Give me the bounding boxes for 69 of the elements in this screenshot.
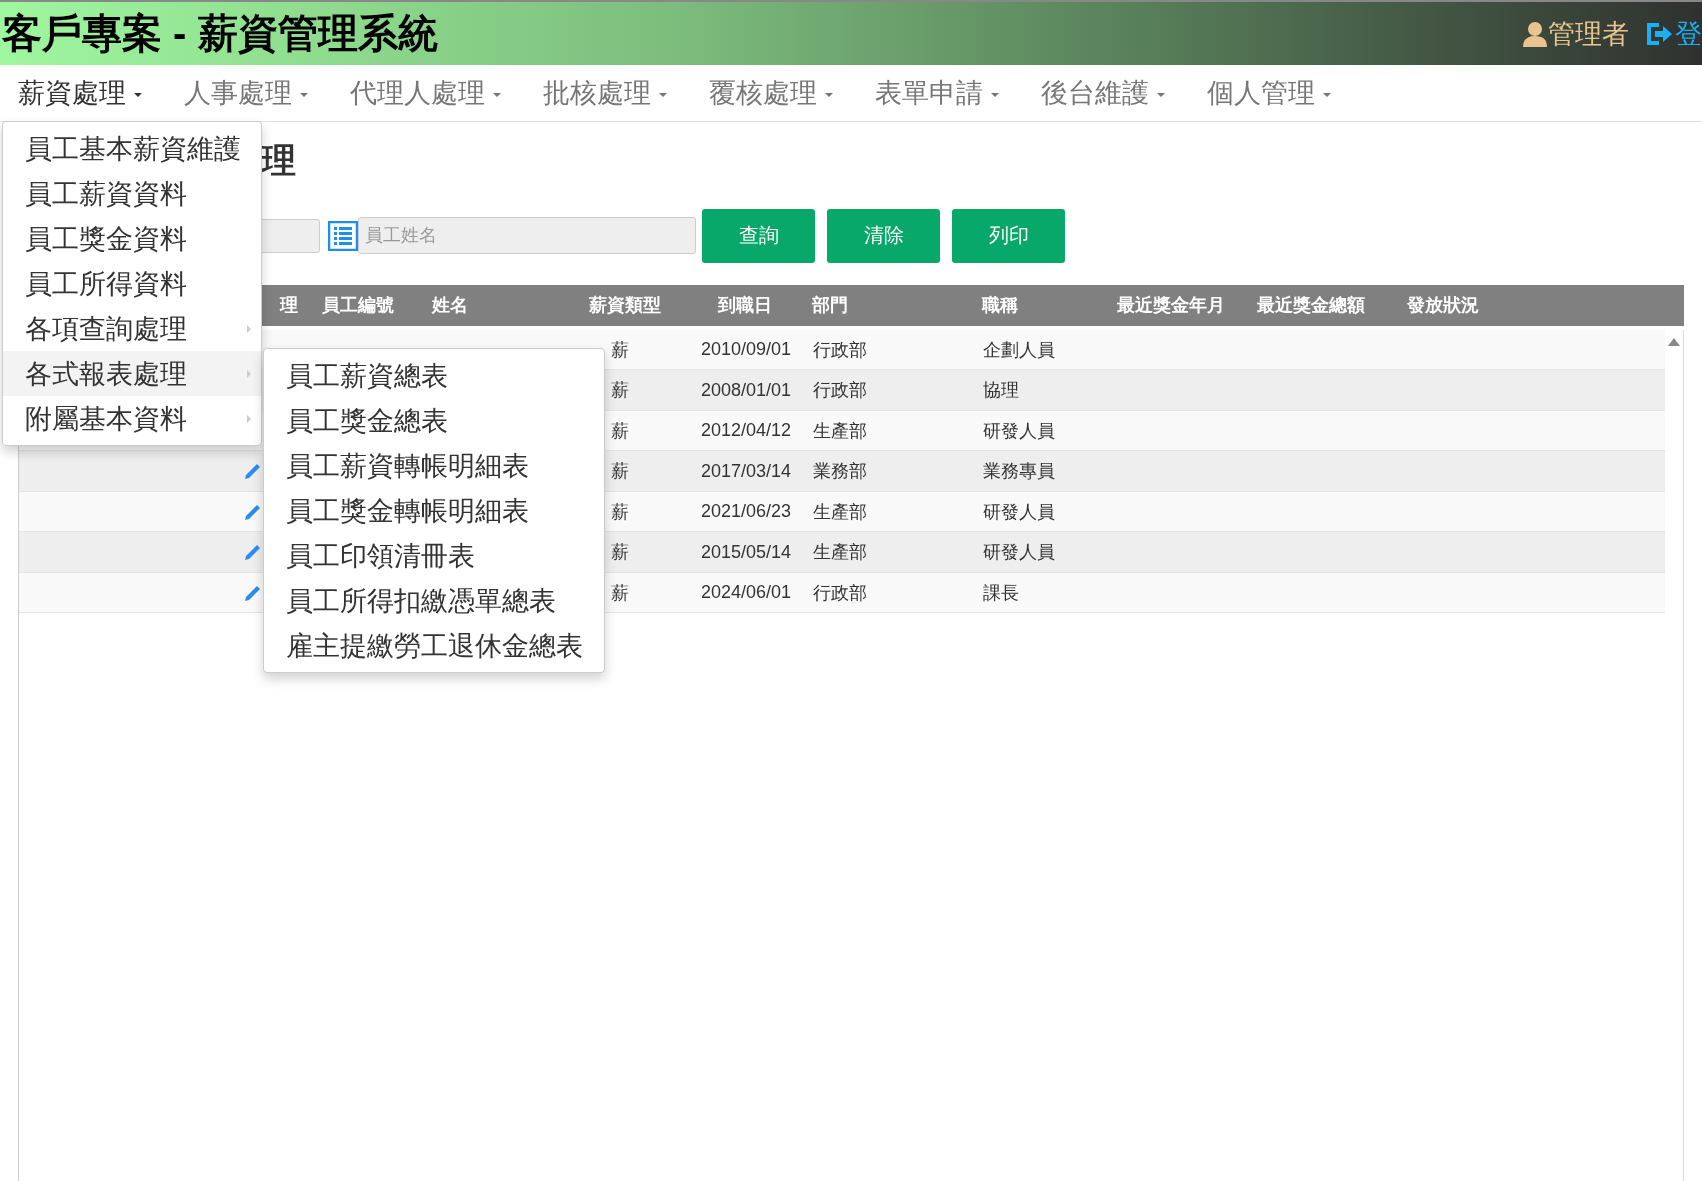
table-cell-text: 2017/03/14 <box>699 460 793 482</box>
nav-menu[interactable]: 個人管理 <box>1207 75 1331 111</box>
menu-item[interactable]: 員工獎金轉帳明細表 <box>264 488 604 533</box>
nav-menu[interactable]: 薪資處理 <box>18 75 142 111</box>
menu-item[interactable]: 員工所得資料 <box>3 261 261 306</box>
table-cell-text: 行政部 <box>812 581 868 605</box>
table-cell-text: 研發人員 <box>982 500 1056 524</box>
table-cell-text: 2021/06/23 <box>699 501 793 523</box>
table-cell-text: 協理 <box>982 379 1020 403</box>
menu-item[interactable]: 員工薪資資料 <box>3 171 261 216</box>
column-header: 職稱 <box>982 295 1018 316</box>
column-header: 最近獎金總額 <box>1257 295 1365 316</box>
scroll-up-icon[interactable] <box>1668 337 1680 346</box>
user-icon <box>1522 20 1548 47</box>
nav-menu[interactable]: 批核處理 <box>543 75 667 111</box>
menu-item[interactable]: 員工基本薪資維護 <box>3 126 261 171</box>
table-cell-text: 生產部 <box>812 419 868 443</box>
table-cell-text: 行政部 <box>812 338 868 362</box>
nav-menu[interactable]: 後台維護 <box>1041 75 1165 111</box>
table-cell-text: 行政部 <box>812 379 868 403</box>
table-cell-text: 2010/09/01 <box>699 339 793 361</box>
menu-item[interactable]: 各式報表處理 <box>3 351 261 396</box>
table-cell-text: 薪 <box>610 419 630 443</box>
table-cell-text: 薪 <box>610 379 630 403</box>
table-cell-text: 研發人員 <box>982 419 1056 443</box>
table-cell-text: 薪 <box>610 581 630 605</box>
table-cell-text: 研發人員 <box>982 541 1056 565</box>
column-header: 部門 <box>812 295 848 316</box>
column-header: 員工編號 <box>322 295 394 316</box>
menu-item[interactable]: 員工所得扣繳憑單總表 <box>264 578 604 623</box>
user-name: 管理者 <box>1548 17 1629 51</box>
table-cell-text: 2008/01/01 <box>699 379 793 401</box>
menu-item[interactable]: 各項查詢處理 <box>3 306 261 351</box>
menu-item[interactable]: 員工印領清冊表 <box>264 533 604 578</box>
column-header: 理 <box>280 295 298 316</box>
list-icon[interactable] <box>328 220 358 251</box>
menu-item[interactable]: 員工獎金資料 <box>3 216 261 261</box>
table-cell-text: 生產部 <box>812 500 868 524</box>
page-title: 理 <box>262 140 297 181</box>
column-header: 發放狀況 <box>1407 295 1479 316</box>
logout-icon <box>1645 21 1673 46</box>
logout-link[interactable]: 登 <box>1645 15 1702 52</box>
table-cell-text: 業務專員 <box>982 460 1056 484</box>
menu-item[interactable]: 員工薪資轉帳明細表 <box>264 443 604 488</box>
table-cell-text: 生產部 <box>812 541 868 565</box>
menu-item[interactable]: 員工薪資總表 <box>264 353 604 398</box>
menu-item[interactable]: 雇主提繳勞工退休金總表 <box>264 623 604 668</box>
menu-item[interactable]: 附屬基本資料 <box>3 396 261 441</box>
column-header: 到職日 <box>718 295 772 316</box>
table-cell-text: 薪 <box>610 460 630 484</box>
table-cell-text: 薪 <box>610 541 630 565</box>
nav-menu[interactable]: 覆核處理 <box>709 75 833 111</box>
nav-menu[interactable]: 代理人處理 <box>350 75 501 111</box>
name-input[interactable]: 員工姓名 <box>358 217 696 255</box>
table-cell-text: 薪 <box>610 338 630 362</box>
nav-menu[interactable]: 表單申請 <box>875 75 999 111</box>
app-title: 客戶專案 - 薪資管理系統 <box>1 10 438 57</box>
table-cell-text: 2024/06/01 <box>699 582 793 604</box>
nav-menu[interactable]: 人事處理 <box>184 75 308 111</box>
table-cell-text: 2015/05/14 <box>699 541 793 563</box>
table-cell-text: 課長 <box>982 581 1020 605</box>
column-header: 姓名 <box>432 295 468 316</box>
column-header: 最近獎金年月 <box>1117 295 1225 316</box>
table-cell-text: 2012/04/12 <box>699 420 793 442</box>
table-cell-text: 薪 <box>610 500 630 524</box>
table-cell-text: 企劃人員 <box>982 338 1056 362</box>
table-cell-text: 業務部 <box>812 460 868 484</box>
menu-item[interactable]: 員工獎金總表 <box>264 398 604 443</box>
column-header: 薪資類型 <box>589 295 661 316</box>
